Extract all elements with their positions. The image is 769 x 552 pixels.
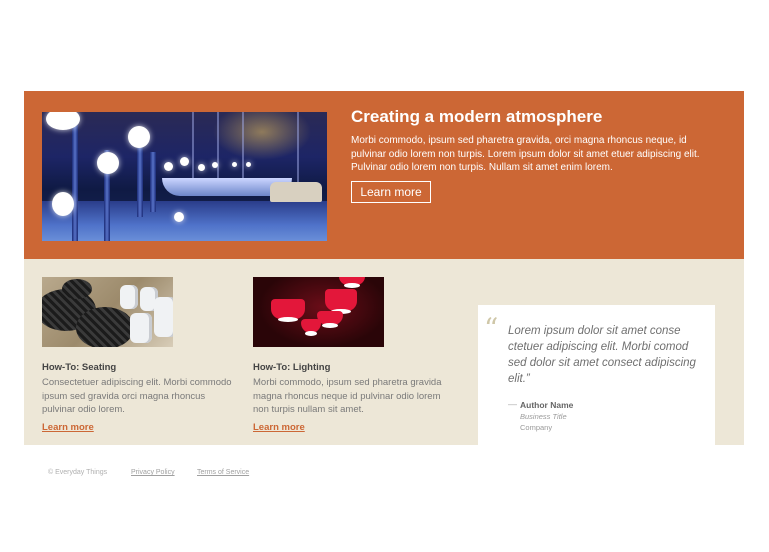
seating-thumbnail[interactable]: [42, 277, 173, 347]
author-dash: —: [508, 399, 517, 409]
content-section: How-To: Seating Consectetuer adipiscing …: [24, 259, 744, 445]
lighting-card: How-To: Lighting Morbi commodo, ipsum se…: [253, 277, 443, 435]
copyright-text: © Everyday Things: [48, 469, 108, 476]
testimonial-box: “ Lorem ipsum dolor sit amet conse ctetu…: [478, 305, 715, 445]
hero-image: [42, 112, 327, 241]
card-description: Morbi commodo, ipsum sed pharetra gravid…: [253, 377, 442, 415]
learn-more-button[interactable]: Learn more: [351, 181, 431, 203]
card-description: Consectetuer adipiscing elit. Morbi comm…: [42, 377, 232, 415]
testimonial-quote: Lorem ipsum dolor sit amet conse ctetuer…: [508, 325, 696, 385]
card-title: How-To: Seating: [42, 362, 117, 373]
card-title: How-To: Lighting: [253, 362, 331, 373]
quote-icon: “: [484, 312, 499, 345]
seating-card: How-To: Seating Consectetuer adipiscing …: [42, 277, 232, 435]
privacy-policy-link[interactable]: Privacy Policy: [131, 469, 175, 476]
author-company: Company: [520, 423, 553, 432]
author-name: Author Name: [520, 400, 574, 410]
hero-description: Morbi commodo, ipsum sed pharetra gravid…: [351, 135, 700, 173]
page: Creating a modern atmosphere Morbi commo…: [0, 0, 769, 552]
lighting-thumbnail[interactable]: [253, 277, 384, 347]
hero-title: Creating a modern atmosphere: [351, 107, 603, 126]
author-title: Business Title: [520, 412, 567, 421]
seating-learn-more-link[interactable]: Learn more: [42, 422, 94, 433]
lighting-learn-more-link[interactable]: Learn more: [253, 422, 305, 433]
hero-banner: Creating a modern atmosphere Morbi commo…: [24, 91, 744, 259]
terms-of-service-link[interactable]: Terms of Service: [197, 469, 249, 476]
